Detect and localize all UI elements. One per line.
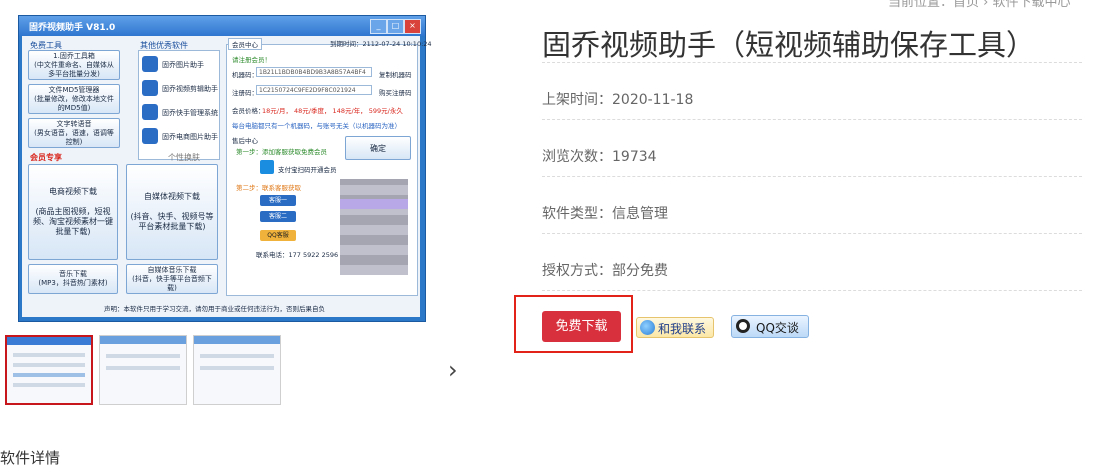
app-icon: [142, 104, 158, 120]
step-one: 第一步：添加客服获取免费会员: [236, 148, 327, 156]
panel-title: 请注册会员！: [232, 56, 271, 64]
thumbnail-row: [13, 383, 85, 387]
member-button-media-music: 自媒体音乐下载 (抖音，快手等平台音频下载): [126, 264, 218, 294]
app-icon: [142, 56, 158, 72]
other-soft-item: 固乔快手管理系统: [142, 104, 218, 120]
buy-reg-code: 购买注册码: [379, 89, 412, 97]
divider: [542, 290, 1082, 291]
release-date: 上架时间：2020-11-18: [542, 92, 694, 108]
qq-chat-label: QQ交谈: [756, 321, 799, 335]
other-soft-item: 固乔电商图片助手: [142, 128, 218, 144]
app-titlebar: 固乔视频助手 V81.0 _ □ ×: [19, 16, 425, 36]
thumbnail-row: [13, 353, 85, 357]
divider: [542, 62, 1082, 63]
minimize-icon: _: [370, 19, 387, 34]
other-soft-item: 固乔视频剪辑助手: [142, 80, 218, 96]
member-button-media-video: 自媒体视频下载 (抖音、快手、视频号等平台素材批量下载): [126, 164, 218, 260]
theme-toggle: 个性换肤: [168, 153, 200, 162]
thumbnail-2[interactable]: [99, 335, 187, 405]
contact-me-button[interactable]: 和我联系: [636, 317, 714, 338]
kefu-two-button: 客服二: [260, 211, 296, 222]
other-soft-item: 固乔图片助手: [142, 56, 218, 72]
thumbnail-bar: [7, 337, 91, 345]
price-list: 18元/月， 48元/季度， 148元/年， 599元/永久: [262, 107, 403, 115]
qr-code-blur-band: [340, 199, 408, 209]
app-body: 免费工具 1.固乔工具箱 (中文件重命名、自媒体从多平台批量分发) 文件MD5管…: [22, 36, 432, 317]
member-button-music: 音乐下载 (MP3，抖音热门素材): [28, 264, 118, 294]
machine-code-field: 1B21L1BDB0B4BD9B3A8B57A4BF4: [256, 67, 372, 77]
price-label: 会员价格：: [232, 107, 265, 115]
section-member: 会员专享: [30, 153, 62, 162]
thumbnail-1[interactable]: [5, 335, 93, 405]
thumbnail-next-arrow[interactable]: ›: [448, 358, 468, 382]
alipay-label: 支付宝扫码开通会员: [278, 166, 337, 174]
contact-me-label: 和我联系: [658, 322, 707, 336]
app-icon: [142, 80, 158, 96]
tab-member-center: 会员中心: [228, 38, 262, 50]
alipay-icon: [260, 160, 274, 174]
machine-label: 机器码：: [232, 71, 258, 79]
qq-penguin-icon: [736, 319, 750, 333]
thumbnail-row: [13, 363, 85, 367]
tool-button-md5: 文件MD5管理器 (批量修改，修改本地文件的MD5值): [28, 84, 120, 114]
free-download-button[interactable]: 免费下载: [542, 311, 621, 342]
step-two: 第二步：联系客服获取: [236, 184, 301, 192]
footer-note: 声明：本软件只用于学习交流，请勿用于商业或任何违法行为，否则后果自负: [104, 305, 325, 313]
app-title: 固乔视频助手 V81.0: [29, 23, 116, 33]
thumbnail-bar: [194, 336, 280, 344]
copy-machine-code: 复制机器码: [379, 71, 412, 79]
tool-button-tts: 文字转语音 (男女语音，语速，语调等控制): [28, 118, 120, 148]
view-count: 浏览次数：19734: [542, 149, 657, 165]
chat-icon: [640, 320, 655, 335]
thumbnail-row: [200, 354, 274, 358]
thumbnail-row: [200, 366, 274, 370]
close-icon: ×: [404, 19, 421, 34]
thumbnail-row: [106, 366, 180, 370]
qq-chat-button[interactable]: QQ交谈: [731, 315, 809, 338]
kefu-one-button: 客服一: [260, 195, 296, 206]
phone-number: 联系电话：177 5922 2596: [256, 251, 339, 259]
thumbnail-bar: [100, 336, 186, 344]
confirm-button: 确定: [345, 136, 411, 160]
member-button-ecom-video: 电商视频下载 (商品主图视频，短视频、淘宝视频素材一键批量下载): [28, 164, 118, 260]
thumbnail-row: [13, 373, 85, 377]
maximize-icon: □: [387, 19, 404, 34]
reg-label: 注册码：: [232, 89, 258, 97]
notice-text: 每台电脑都只有一个机器码，与账号无关（以机器码为准）: [232, 122, 401, 130]
qq-kefu-button: QQ客服: [260, 230, 296, 241]
thumbnail-row: [106, 354, 180, 358]
reg-code-field: 1C2150724C9FE2D9F8C021924: [256, 85, 372, 95]
breadcrumb[interactable]: 当前位置：首页 › 软件下载中心: [888, 0, 1070, 10]
expire-time: 到期时间：2112-07-24 10:10:24: [330, 40, 432, 48]
license-type: 授权方式：部分免费: [542, 263, 668, 279]
main-preview-image[interactable]: 固乔视频助手 V81.0 _ □ × 免费工具 1.固乔工具箱 (中文件重命名、…: [18, 15, 432, 322]
after-sales-label: 售后中心: [232, 137, 258, 145]
divider: [542, 119, 1082, 120]
app-icon: [142, 128, 158, 144]
qr-code-image: [340, 179, 408, 275]
divider: [542, 233, 1082, 234]
tool-button-toolbox: 1.固乔工具箱 (中文件重命名、自媒体从多平台批量分发): [28, 50, 120, 80]
product-title: 固乔视频助手（短视频辅助保存工具）: [542, 28, 1036, 62]
thumbnail-3[interactable]: [193, 335, 281, 405]
software-category: 软件类型：信息管理: [542, 206, 668, 222]
divider: [542, 176, 1082, 177]
